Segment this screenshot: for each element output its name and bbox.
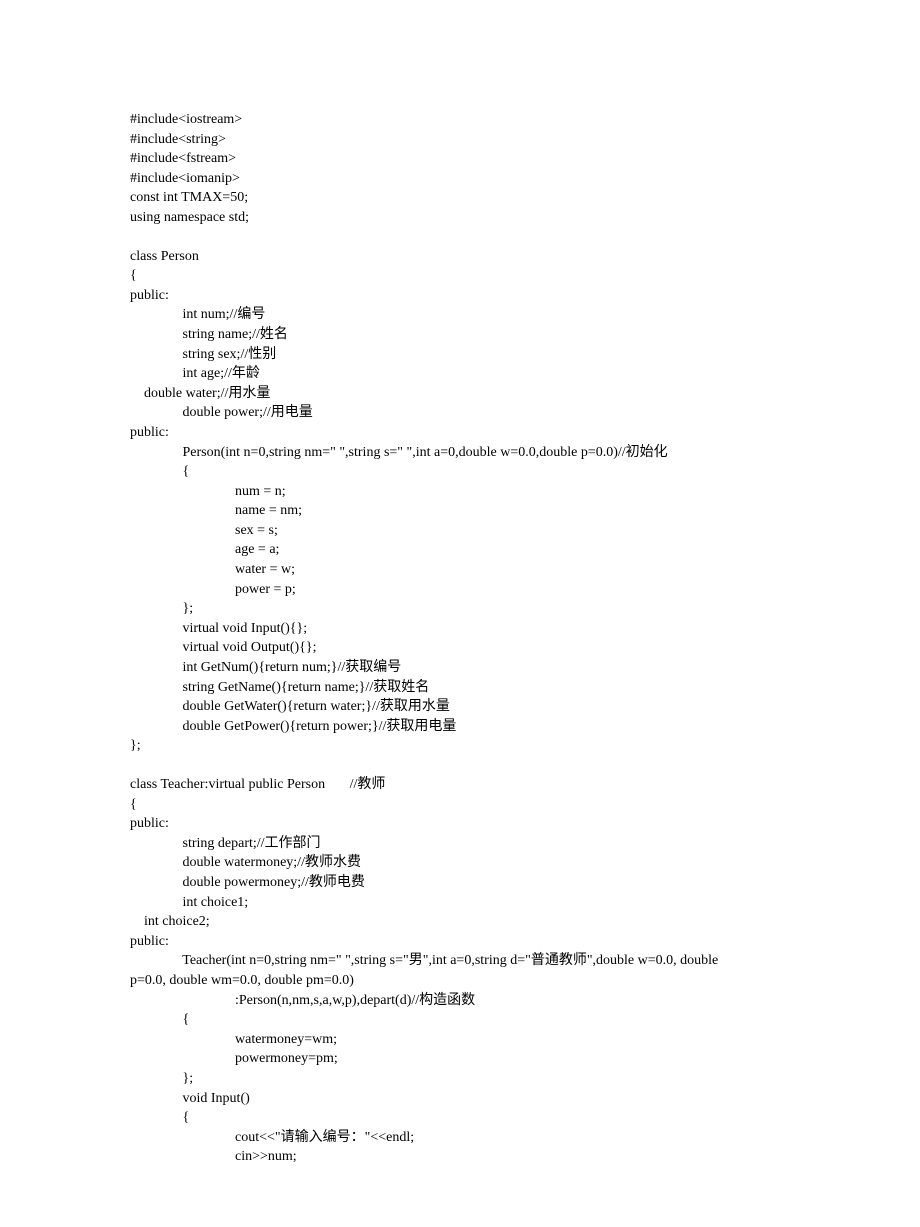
code-line: void Input(): [130, 1089, 790, 1109]
code-line: double powermoney;//教师电费: [130, 873, 790, 893]
code-line: [130, 756, 790, 775]
code-line: public:: [130, 932, 790, 952]
code-line: #include<iomanip>: [130, 169, 790, 189]
code-line: watermoney=wm;: [130, 1030, 790, 1050]
code-line: [130, 228, 790, 247]
code-line: virtual void Input(){};: [130, 619, 790, 639]
code-line: {: [130, 266, 790, 286]
code-line: {: [130, 1108, 790, 1128]
code-line: power = p;: [130, 580, 790, 600]
code-line: powermoney=pm;: [130, 1049, 790, 1069]
code-line: p=0.0, double wm=0.0, double pm=0.0): [130, 971, 790, 991]
code-line: double power;//用电量: [130, 403, 790, 423]
code-line: double watermoney;//教师水费: [130, 853, 790, 873]
code-line: class Person: [130, 247, 790, 267]
code-line: string GetName(){return name;}//获取姓名: [130, 678, 790, 698]
code-line: age = a;: [130, 540, 790, 560]
code-line: cin>>num;: [130, 1147, 790, 1167]
code-line: {: [130, 462, 790, 482]
code-line: num = n;: [130, 482, 790, 502]
code-line: string name;//姓名: [130, 325, 790, 345]
code-line: const int TMAX=50;: [130, 188, 790, 208]
code-line: {: [130, 795, 790, 815]
code-line: :Person(n,nm,s,a,w,p),depart(d)//构造函数: [130, 991, 790, 1011]
code-line: string depart;//工作部门: [130, 834, 790, 854]
document-page: #include<iostream>#include<string>#inclu…: [0, 0, 920, 1227]
code-line: #include<fstream>: [130, 149, 790, 169]
code-line: };: [130, 1069, 790, 1089]
code-line: int num;//编号: [130, 305, 790, 325]
code-line: {: [130, 1010, 790, 1030]
code-line: public:: [130, 286, 790, 306]
code-line: };: [130, 599, 790, 619]
code-line: #include<string>: [130, 130, 790, 150]
code-line: int choice2;: [130, 912, 790, 932]
code-line: double water;//用水量: [130, 384, 790, 404]
code-line: virtual void Output(){};: [130, 638, 790, 658]
code-line: name = nm;: [130, 501, 790, 521]
code-line: class Teacher:virtual public Person //教师: [130, 775, 790, 795]
code-line: double GetWater(){return water;}//获取用水量: [130, 697, 790, 717]
code-line: public:: [130, 814, 790, 834]
code-line: #include<iostream>: [130, 110, 790, 130]
code-line: public:: [130, 423, 790, 443]
code-line: Person(int n=0,string nm=" ",string s=" …: [130, 443, 790, 463]
code-line: cout<<"请输入编号："<<endl;: [130, 1128, 790, 1148]
code-line: int age;//年龄: [130, 364, 790, 384]
code-line: water = w;: [130, 560, 790, 580]
code-line: string sex;//性别: [130, 345, 790, 365]
code-line: };: [130, 736, 790, 756]
code-line: int GetNum(){return num;}//获取编号: [130, 658, 790, 678]
code-line: Teacher(int n=0,string nm=" ",string s="…: [130, 951, 790, 971]
code-line: sex = s;: [130, 521, 790, 541]
code-line: double GetPower(){return power;}//获取用电量: [130, 717, 790, 737]
code-line: int choice1;: [130, 893, 790, 913]
code-line: using namespace std;: [130, 208, 790, 228]
